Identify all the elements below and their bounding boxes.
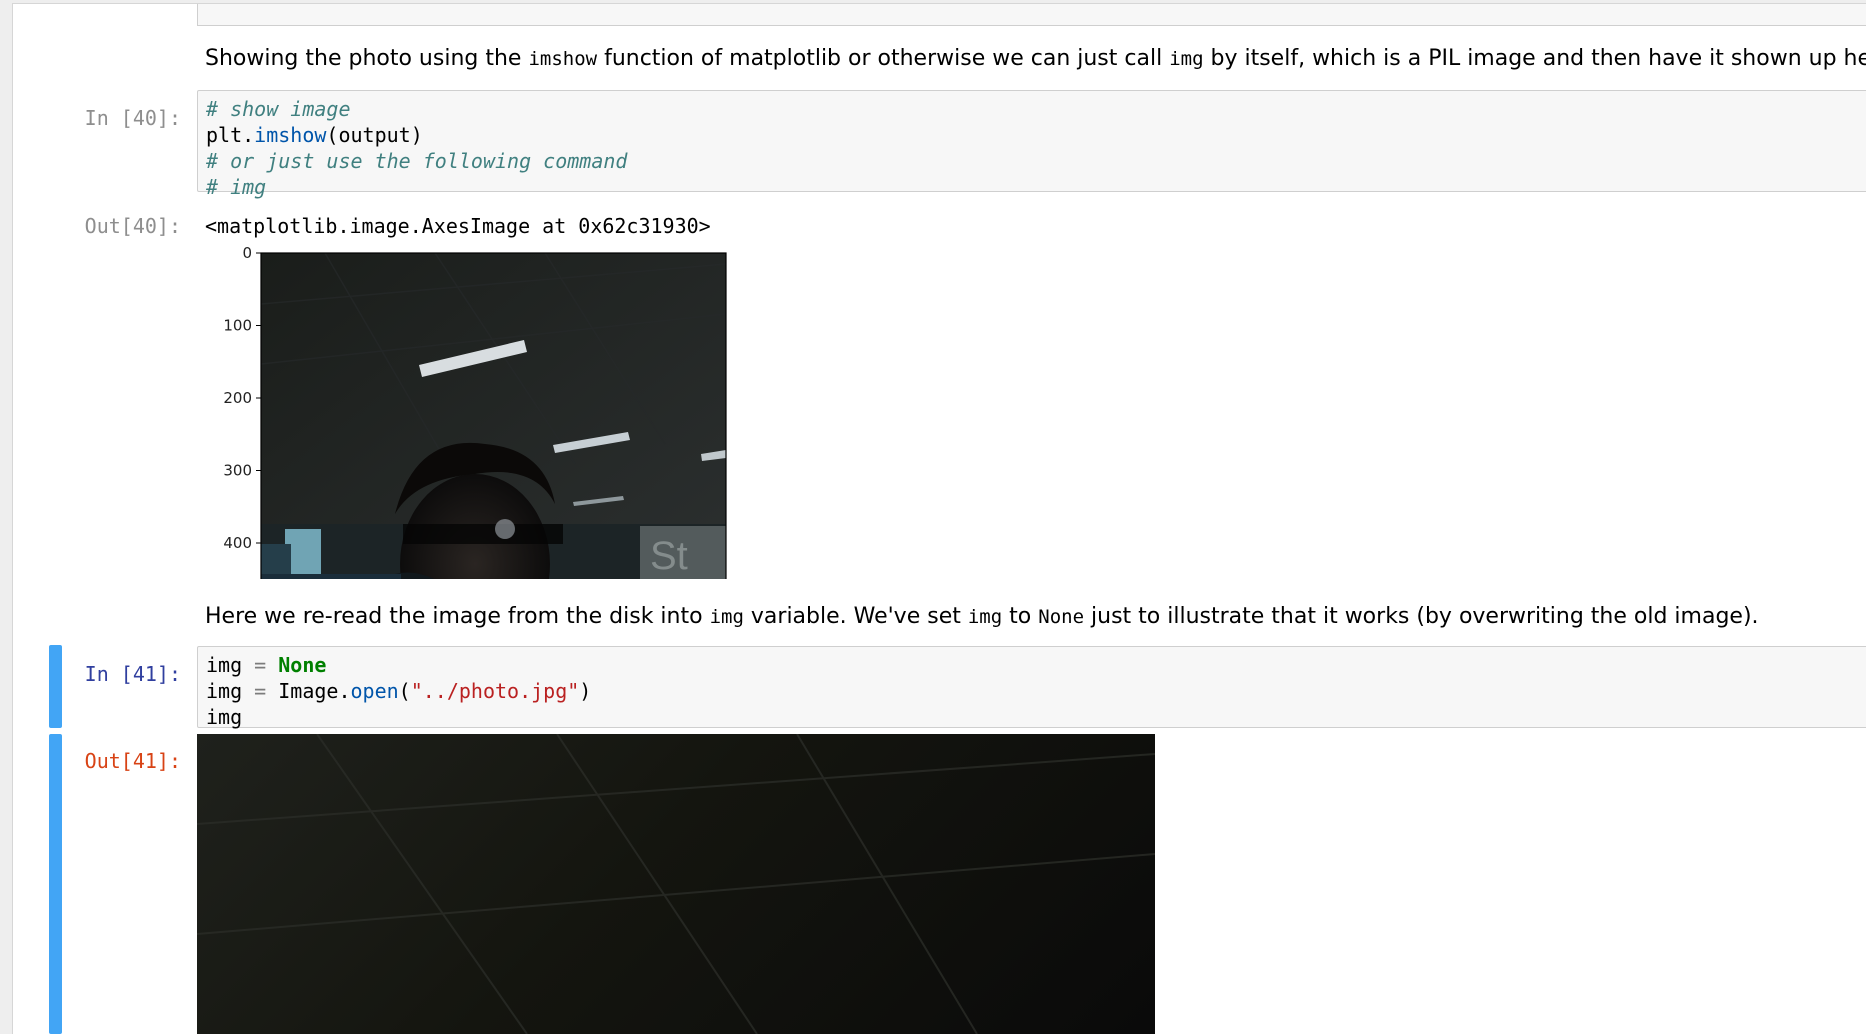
matplotlib-figure: St 01002003004005006000100200300400 — [223, 244, 727, 579]
code-token-operator: = — [242, 653, 279, 677]
svg-text:St: St — [650, 534, 688, 578]
output-prompt-41: Out[41]: — [84, 749, 181, 773]
output-image-texture — [197, 734, 1155, 1034]
code-cell-previous[interactable] — [197, 4, 1866, 26]
code-line: img = None — [206, 652, 1866, 678]
code-token-operator: = — [242, 679, 279, 703]
input-prompt-41: In [41]: — [84, 662, 181, 686]
inline-code: img — [967, 606, 1003, 628]
markdown-cell-reread-explanation[interactable]: Here we re-read the image from the disk … — [205, 604, 1759, 629]
y-tick-label: 200 — [223, 389, 252, 407]
code-line: # img — [206, 175, 267, 199]
cell-selection-bar-output[interactable] — [49, 734, 62, 1034]
markdown-cell-imshow-explanation[interactable]: Showing the photo using the imshow funct… — [205, 46, 1866, 71]
code-token: ) — [579, 679, 592, 703]
code-token: Image. — [278, 679, 351, 703]
output-prompt-40: Out[40]: — [84, 214, 181, 238]
code-line: img — [206, 705, 243, 729]
inline-code: imshow — [528, 48, 598, 70]
code-cell-40[interactable]: # show image plt.imshow(output) # or jus… — [197, 90, 1866, 199]
photo-image: St — [260, 252, 727, 579]
markdown-text: by itself, which is a PIL image and then… — [1203, 46, 1866, 71]
y-tick-label: 100 — [223, 317, 252, 335]
inline-code: img — [709, 606, 744, 628]
notebook-container: Showing the photo using the imshow funct… — [12, 3, 1866, 1034]
code-token-keyword: None — [278, 653, 327, 677]
markdown-text: Here we re-read the image from the disk … — [205, 604, 710, 629]
input-prompt-40: In [40]: — [84, 106, 181, 130]
markdown-text: function of matplotlib or otherwise we c… — [597, 46, 1170, 71]
code-token: ( — [398, 679, 411, 703]
markdown-text: Showing the photo using the — [205, 46, 529, 71]
markdown-text: to — [1002, 604, 1039, 629]
code-line: img = Image.open("../photo.jpg") — [206, 678, 1866, 704]
y-tick-label: 0 — [242, 244, 252, 262]
code-token: (output) — [326, 123, 423, 147]
code-token: img — [206, 679, 243, 703]
code-token-string: "../photo.jpg" — [410, 679, 580, 703]
code-token-function: open — [350, 679, 399, 703]
code-token-function: imshow — [254, 123, 327, 147]
code-token: img — [206, 653, 243, 677]
markdown-text: just to illustrate that it works (by ove… — [1084, 604, 1759, 629]
y-tick-label: 400 — [223, 534, 252, 552]
output-text-40: <matplotlib.image.AxesImage at 0x62c3193… — [205, 214, 711, 238]
code-line: plt.imshow(output) — [206, 122, 1866, 148]
y-tick-label: 300 — [223, 462, 252, 480]
code-line: # or just use the following command — [206, 149, 628, 173]
code-token: plt. — [206, 123, 255, 147]
code-cell-41[interactable]: img = None img = Image.open("../photo.jp… — [197, 646, 1866, 729]
inline-code: img — [1169, 48, 1204, 70]
markdown-text: variable. We've set — [743, 604, 968, 629]
cell-selection-bar[interactable] — [49, 645, 62, 728]
inline-code: None — [1038, 606, 1085, 628]
code-line: # show image — [206, 97, 351, 121]
output-image-41 — [197, 734, 1155, 1034]
